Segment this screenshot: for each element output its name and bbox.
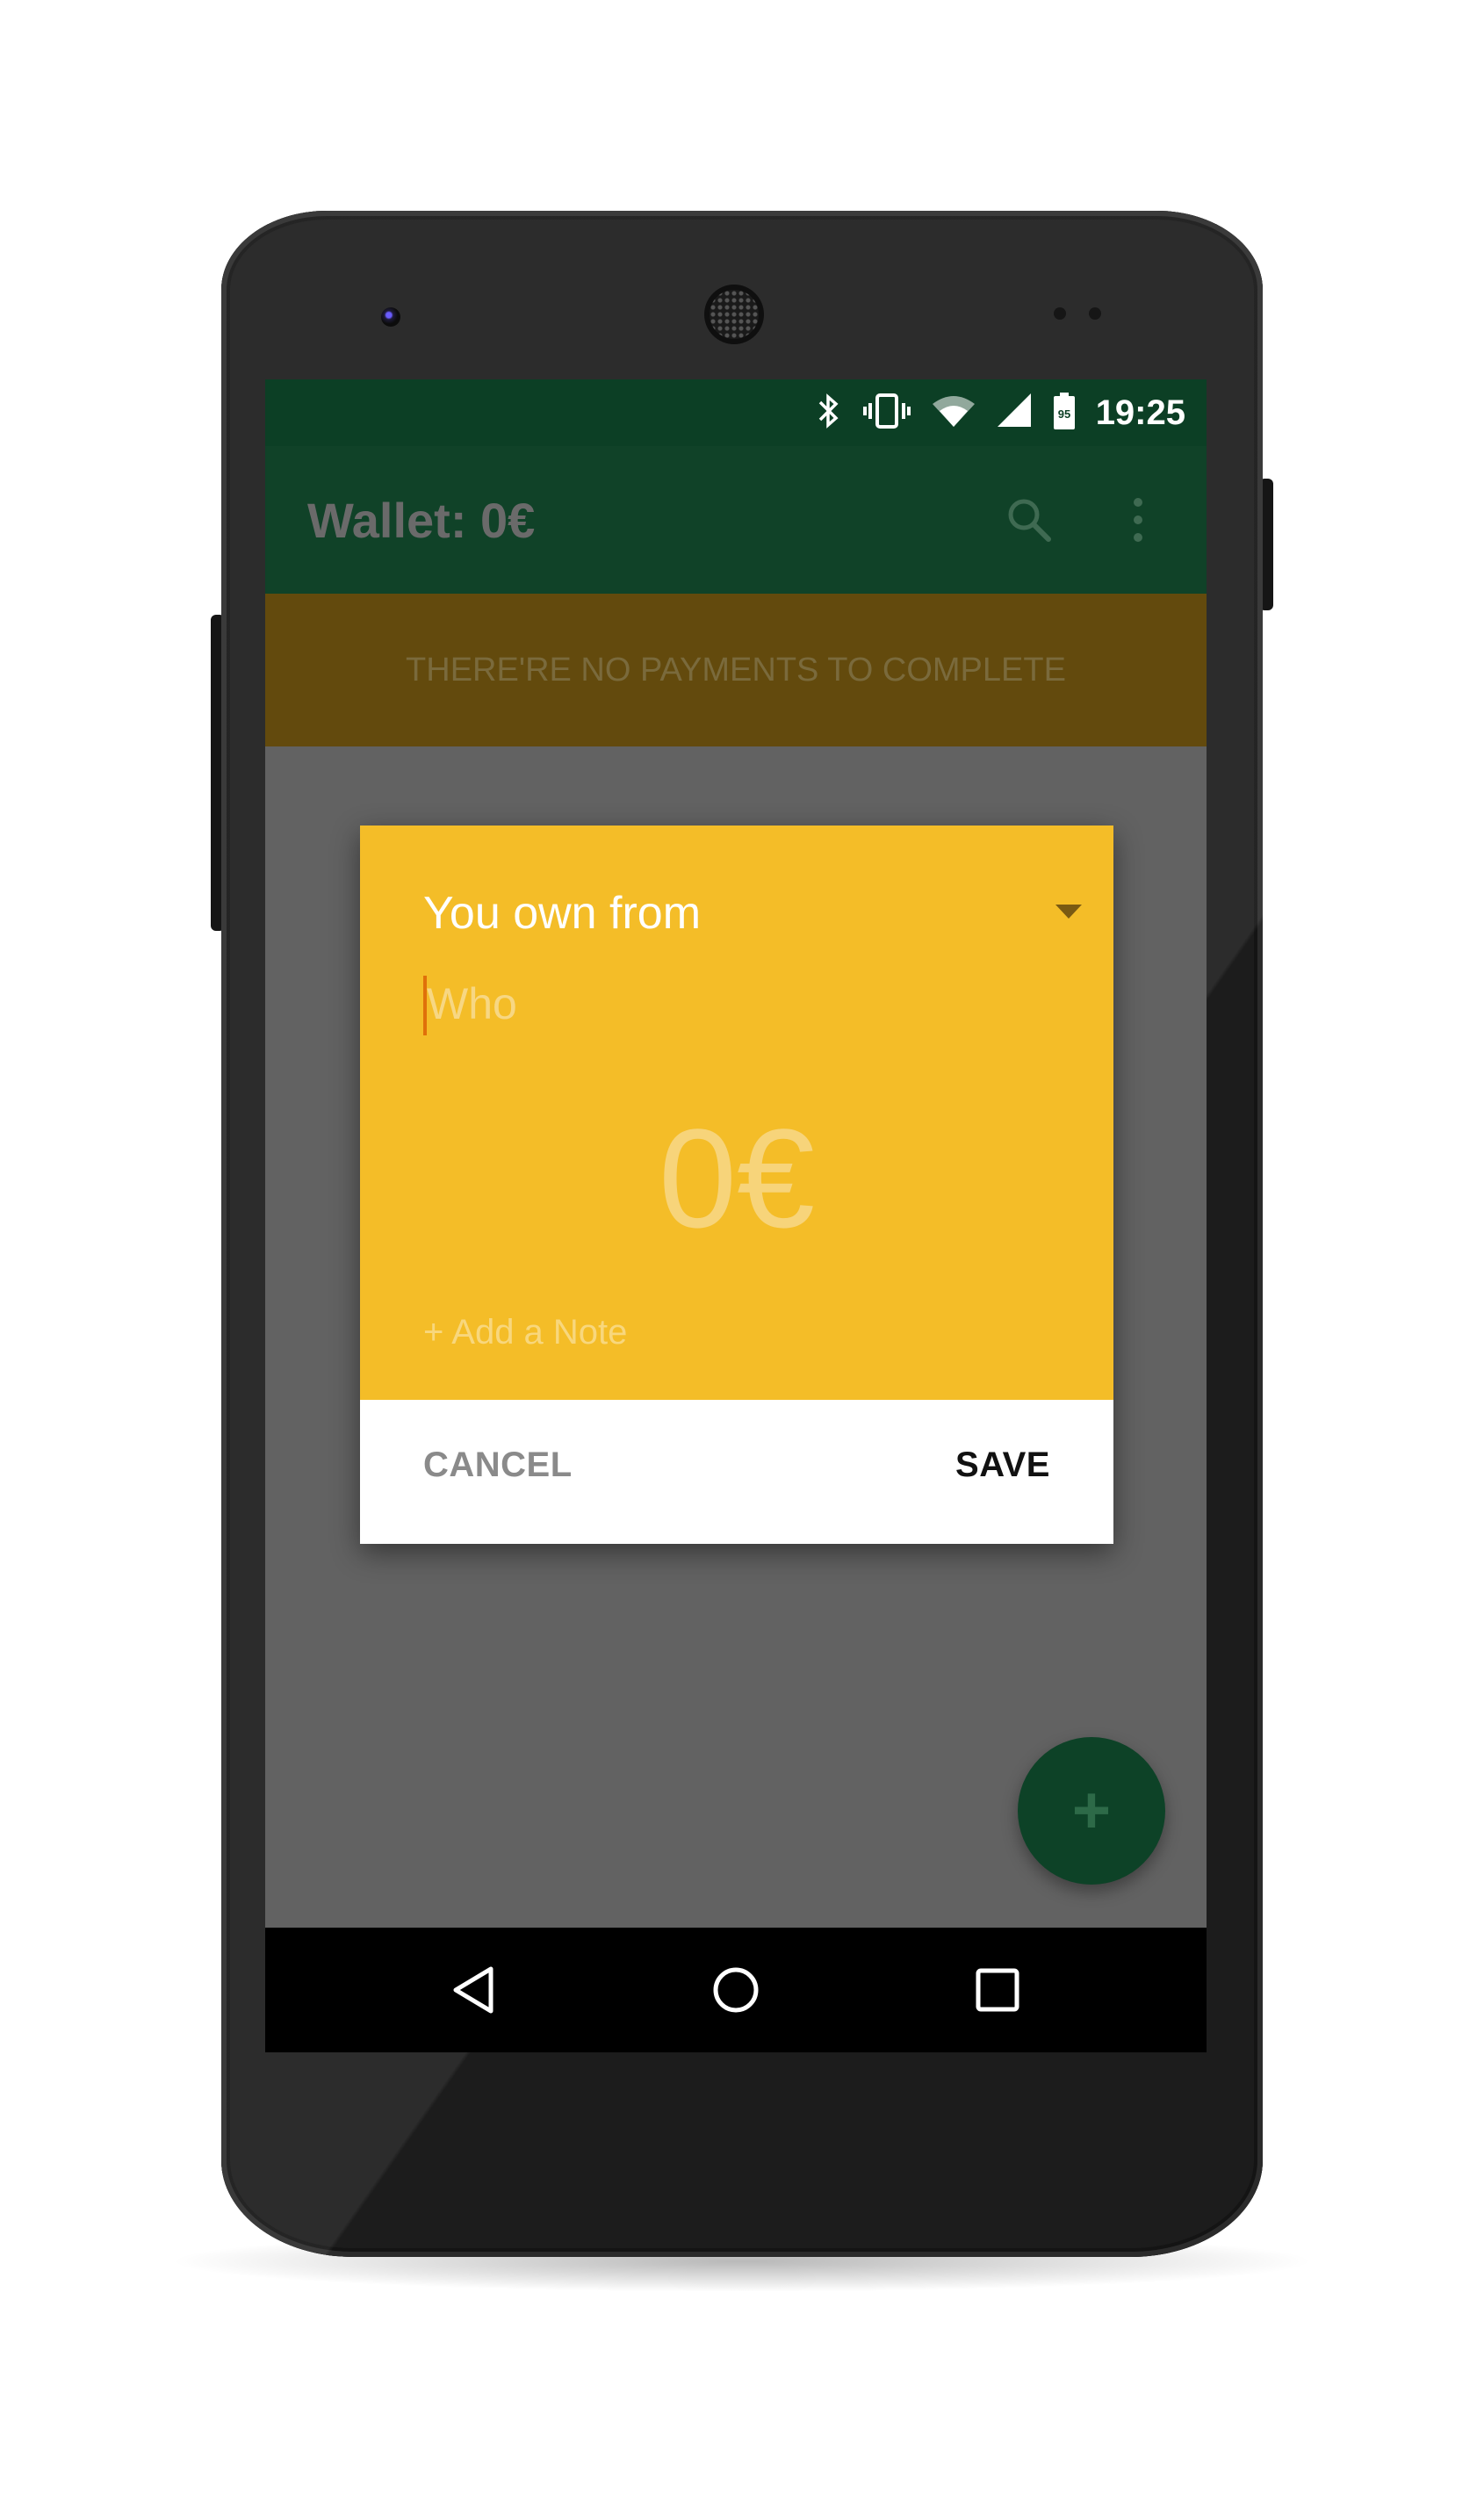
wifi-icon xyxy=(931,392,976,435)
save-button[interactable]: SAVE xyxy=(955,1446,1050,1485)
earpiece-speaker xyxy=(710,290,759,339)
who-field[interactable] xyxy=(423,970,1041,1037)
proximity-sensor xyxy=(1054,307,1066,320)
status-icons: 95 19:25 xyxy=(815,379,1185,446)
recents-icon[interactable] xyxy=(967,1959,1028,2021)
back-icon[interactable] xyxy=(443,1959,504,2021)
screen: 95 19:25 Wallet: 0€ THERE'RE NO PAYMENTS… xyxy=(265,379,1207,2052)
battery-level: 95 xyxy=(1057,407,1070,421)
add-fab-button[interactable]: + xyxy=(1018,1737,1165,1885)
who-input[interactable] xyxy=(423,970,1041,1037)
app-bar: Wallet: 0€ xyxy=(265,446,1207,594)
amount-display[interactable]: 0€ xyxy=(360,1108,1113,1249)
plus-icon: + xyxy=(1071,1773,1112,1848)
status-bar: 95 19:25 xyxy=(265,379,1207,446)
light-sensor xyxy=(1089,307,1101,320)
app-title: Wallet: 0€ xyxy=(307,493,536,548)
cancel-button[interactable]: CANCEL xyxy=(423,1446,573,1485)
search-icon[interactable] xyxy=(998,488,1061,552)
vibrate-icon xyxy=(862,392,911,435)
battery-icon: 95 xyxy=(1052,392,1077,435)
add-note-link[interactable]: + Add a Note xyxy=(423,1313,627,1352)
dialog-actions: CANCEL SAVE xyxy=(360,1400,1113,1544)
home-icon[interactable] xyxy=(705,1959,767,2021)
dropdown-arrow-icon xyxy=(1055,905,1082,919)
dialog-header: You own from 0€ + Add a Note xyxy=(360,826,1113,1400)
overflow-menu-icon[interactable] xyxy=(1106,488,1170,552)
front-camera xyxy=(381,307,400,327)
banner-text: THERE'RE NO PAYMENTS TO COMPLETE xyxy=(406,652,1066,689)
bluetooth-icon xyxy=(815,392,843,435)
cell-signal-icon xyxy=(996,392,1033,435)
new-transaction-dialog: You own from 0€ + Add a Note CANCEL SAVE xyxy=(360,826,1113,1544)
navigation-bar xyxy=(265,1928,1207,2052)
status-time: 19:25 xyxy=(1095,393,1185,432)
transaction-type-label: You own from xyxy=(423,888,702,939)
empty-payments-banner: THERE'RE NO PAYMENTS TO COMPLETE xyxy=(265,594,1207,746)
transaction-type-dropdown[interactable]: You own from xyxy=(423,878,1082,948)
